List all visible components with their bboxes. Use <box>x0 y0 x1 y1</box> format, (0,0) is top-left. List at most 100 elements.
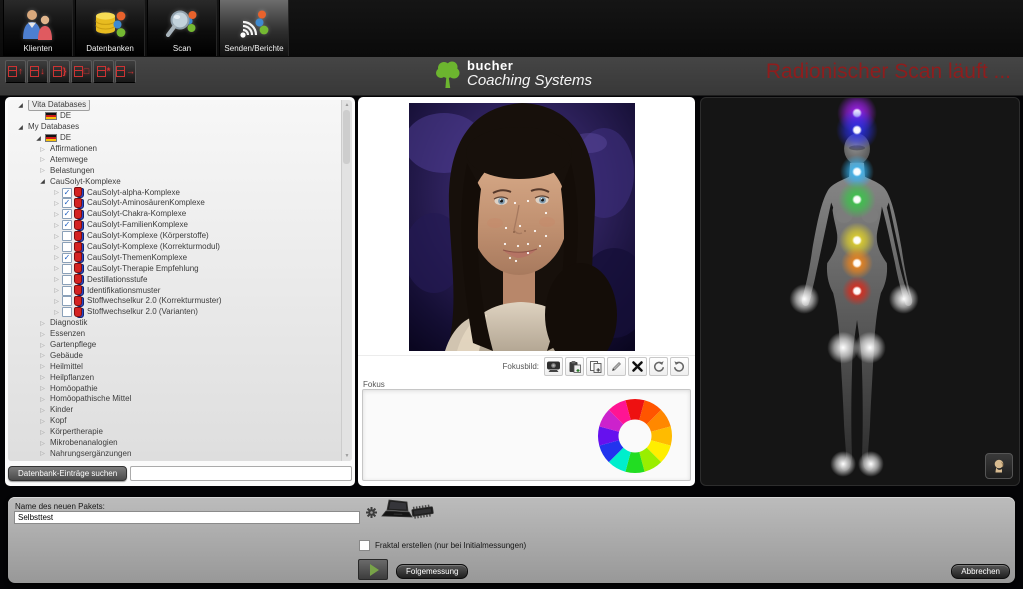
tree-item[interactable]: ▷CauSolyt-Komplexe (Körperstoffe) <box>8 231 352 242</box>
scrollbar-thumb[interactable] <box>343 110 350 164</box>
tree-checkbox[interactable]: ✓ <box>62 209 72 219</box>
expander-icon[interactable]: ▷ <box>38 146 47 153</box>
tree-checkbox[interactable]: ✓ <box>62 253 72 263</box>
tree-item[interactable]: ▷Gebäude <box>8 350 352 361</box>
tree-checkbox[interactable] <box>62 286 72 296</box>
package-name-input[interactable] <box>14 511 360 524</box>
tree-item[interactable]: ▷Körpertherapie <box>8 427 352 438</box>
entries-move-down-button[interactable]: ↓ <box>27 60 48 83</box>
tree-item[interactable]: ▷Homöopathische Mittel <box>8 394 352 405</box>
expander-icon[interactable]: ▷ <box>38 418 47 425</box>
expander-icon[interactable]: ▷ <box>38 429 47 436</box>
tree-item[interactable]: ▷✓CauSolyt-AminosäurenKomplexe <box>8 198 352 209</box>
tree-item[interactable]: ▷Affirmationen <box>8 144 352 155</box>
nav-senden-berichte-button[interactable]: Senden/Berichte <box>219 0 289 56</box>
tree-checkbox[interactable] <box>62 307 72 317</box>
expander-icon[interactable]: ▷ <box>38 385 47 392</box>
tree-item[interactable]: ▷✓CauSolyt-FamilienKomplexe <box>8 220 352 231</box>
expander-icon[interactable]: ▷ <box>38 167 47 174</box>
expander-icon[interactable]: ◢ <box>16 124 25 131</box>
tree-checkbox[interactable] <box>62 296 72 306</box>
expander-icon[interactable]: ◢ <box>16 102 25 109</box>
expander-icon[interactable]: ▷ <box>38 440 47 447</box>
fractal-checkbox[interactable] <box>359 540 370 551</box>
tree-item[interactable]: ▷Mikrobenanalogien <box>8 438 352 449</box>
expander-icon[interactable]: ▷ <box>52 200 61 207</box>
expander-icon[interactable]: ▷ <box>52 254 61 261</box>
tree-checkbox[interactable] <box>62 231 72 241</box>
expander-icon[interactable]: ▷ <box>38 407 47 414</box>
expander-icon[interactable]: ▷ <box>52 222 61 229</box>
webcam-capture-button[interactable] <box>544 357 563 376</box>
tree-item[interactable]: ▷Gartenpflege <box>8 340 352 351</box>
start-measurement-button[interactable] <box>358 559 388 580</box>
tree-checkbox[interactable]: ✓ <box>62 220 72 230</box>
tree-item[interactable]: ◢CauSolyt-Komplexe <box>8 176 352 187</box>
tree-item[interactable]: ▷✓CauSolyt-ThemenKomplexe <box>8 252 352 263</box>
tree-scrollbar[interactable]: ▲ ▼ <box>341 100 352 461</box>
tree-item[interactable]: DE <box>8 111 352 122</box>
tree-checkbox[interactable]: ✓ <box>62 198 72 208</box>
entries-action-button[interactable]: * <box>93 60 114 83</box>
tree-item[interactable]: ◢Vita Databases <box>8 100 352 111</box>
tree-item[interactable]: ▷CauSolyt-Komplexe (Korrekturmodul) <box>8 242 352 253</box>
edit-image-button[interactable] <box>607 357 626 376</box>
tree-checkbox[interactable] <box>62 275 72 285</box>
entries-window-button[interactable]: □ <box>71 60 92 83</box>
tree-item[interactable]: ▷✓CauSolyt-Chakra-Komplexe <box>8 209 352 220</box>
expander-icon[interactable]: ▷ <box>38 450 47 457</box>
nav-klienten-button[interactable]: Klienten <box>3 0 73 56</box>
expander-icon[interactable]: ▷ <box>38 331 47 338</box>
cancel-button[interactable]: Abbrechen <box>951 564 1010 579</box>
copy-image-button[interactable] <box>586 357 605 376</box>
rotate-left-button[interactable] <box>649 357 668 376</box>
paste-image-button[interactable] <box>565 357 584 376</box>
scroll-up-icon[interactable]: ▲ <box>342 102 352 108</box>
tree-item[interactable]: ▷Heilmittel <box>8 361 352 372</box>
expander-icon[interactable]: ▷ <box>38 156 47 163</box>
tree-item[interactable]: ▷Diagnostik <box>8 318 352 329</box>
expander-icon[interactable]: ▷ <box>38 374 47 381</box>
expander-icon[interactable]: ▷ <box>38 363 47 370</box>
expander-icon[interactable]: ▷ <box>52 233 61 240</box>
tree-item[interactable]: ◢My Databases <box>8 122 352 133</box>
tree-item[interactable]: ▷Belastungen <box>8 165 352 176</box>
expander-icon[interactable]: ◢ <box>34 135 43 142</box>
expander-icon[interactable]: ▷ <box>52 287 61 294</box>
tree-item[interactable]: ▷Homöopathie <box>8 383 352 394</box>
tree-item[interactable]: ▷Essenzen <box>8 329 352 340</box>
rotate-right-button[interactable] <box>670 357 689 376</box>
tree-item[interactable]: ▷Stoffwechselkur 2.0 (Korrekturmuster) <box>8 296 352 307</box>
expander-icon[interactable]: ▷ <box>38 396 47 403</box>
tree-item[interactable]: ▷Atemwege <box>8 154 352 165</box>
expander-icon[interactable]: ◢ <box>38 178 47 185</box>
expander-icon[interactable]: ▷ <box>38 352 47 359</box>
tree-item[interactable]: ◢DE <box>8 133 352 144</box>
tree-item[interactable]: ▷CauSolyt-Therapie Empfehlung <box>8 263 352 274</box>
tree-item[interactable]: ▷Stoffwechselkur 2.0 (Varianten) <box>8 307 352 318</box>
expander-icon[interactable]: ▷ <box>52 189 61 196</box>
tree-checkbox[interactable] <box>62 242 72 252</box>
delete-image-button[interactable] <box>628 357 647 376</box>
head-view-button[interactable] <box>985 453 1013 479</box>
expander-icon[interactable]: ▷ <box>52 276 61 283</box>
color-wheel[interactable] <box>592 393 678 479</box>
followup-measurement-button[interactable]: Folgemessung <box>396 564 468 579</box>
expander-icon[interactable]: ▷ <box>38 342 47 349</box>
entries-export-button[interactable]: → <box>115 60 136 83</box>
tree-search-input[interactable] <box>130 466 352 481</box>
search-db-entries-button[interactable]: Datenbank-Einträge suchen <box>8 466 127 481</box>
tree-item[interactable]: ▷Nahrungsergänzungen <box>8 449 352 460</box>
tree-item[interactable]: ▷Destillationsstufe <box>8 274 352 285</box>
tree-checkbox[interactable] <box>62 264 72 274</box>
nav-scan-button[interactable]: Scan <box>147 0 217 56</box>
tree-item[interactable]: ▷Heilpflanzen <box>8 372 352 383</box>
expander-icon[interactable]: ▷ <box>52 298 61 305</box>
expander-icon[interactable]: ▷ <box>38 320 47 327</box>
tree-item[interactable]: ▷Kopf <box>8 416 352 427</box>
expander-icon[interactable]: ▷ <box>52 244 61 251</box>
expander-icon[interactable]: ▷ <box>52 211 61 218</box>
settings-button[interactable] <box>366 505 377 523</box>
tree-item[interactable]: ▷Identifikationsmuster <box>8 285 352 296</box>
tree-checkbox[interactable]: ✓ <box>62 188 72 198</box>
